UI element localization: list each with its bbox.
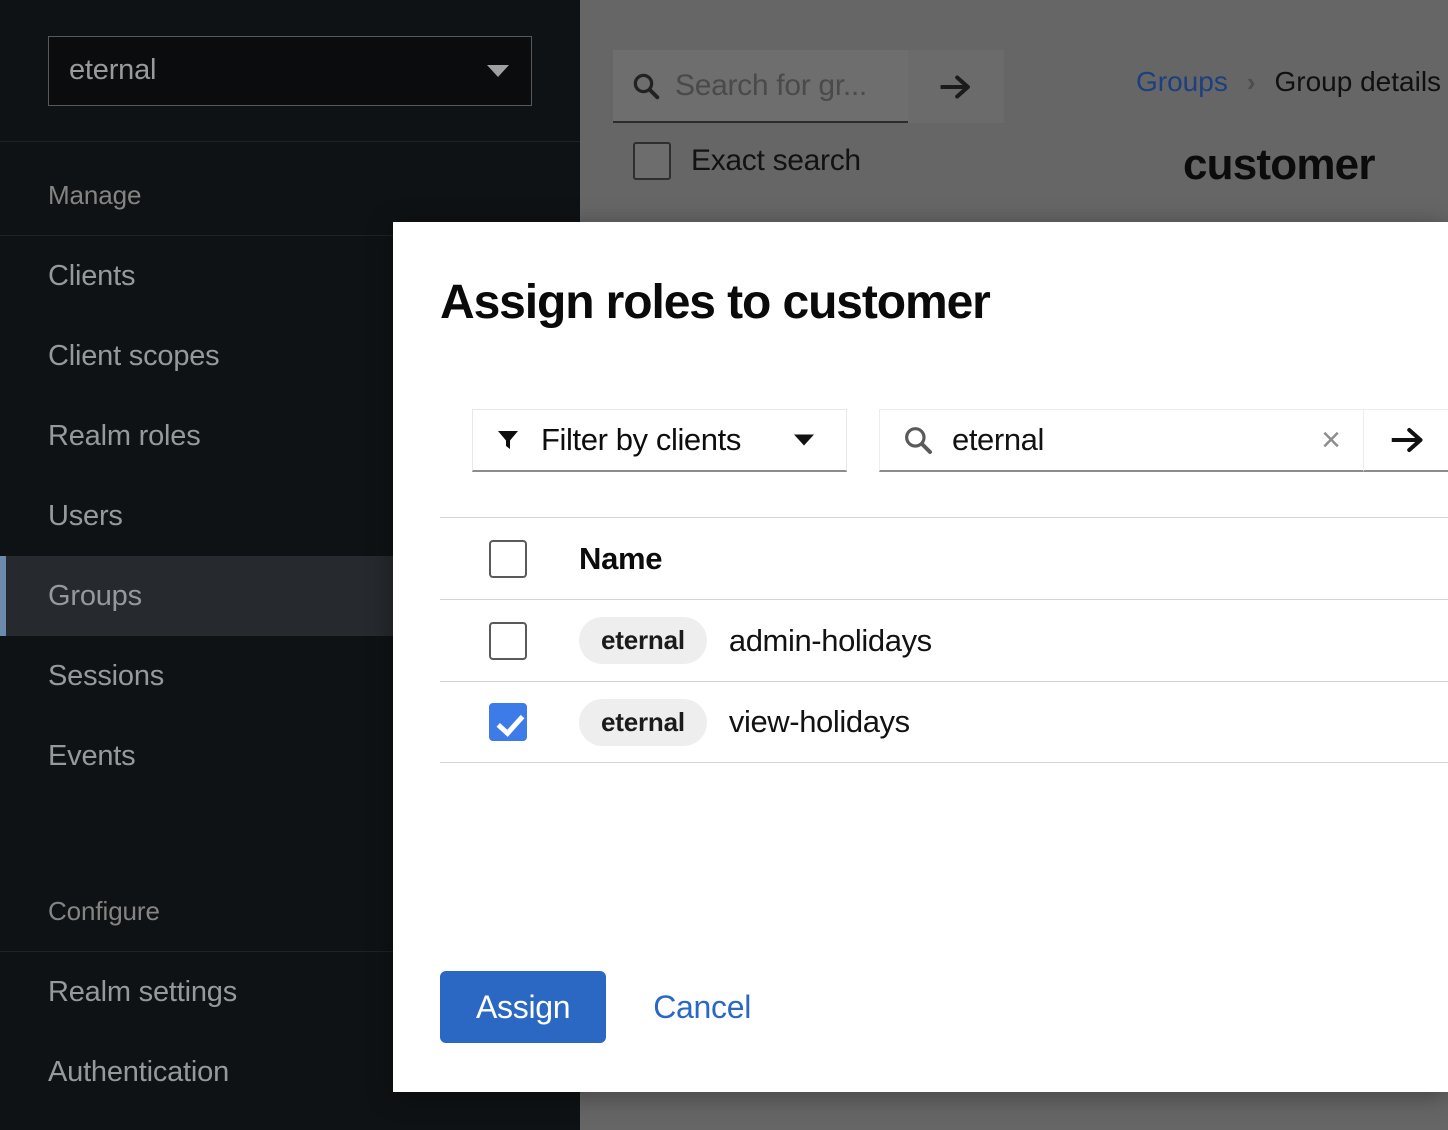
sidebar-item-label: Events <box>48 740 135 773</box>
realm-selector-value: eternal <box>69 54 156 87</box>
sidebar-item-label: Realm roles <box>48 420 201 453</box>
cancel-button[interactable]: Cancel <box>653 989 751 1026</box>
chevron-down-icon <box>794 435 814 446</box>
sidebar-item-label: Groups <box>48 580 142 613</box>
filter-by-clients-dropdown[interactable]: Filter by clients <box>472 409 847 472</box>
role-name-label: view-holidays <box>729 704 910 740</box>
role-search-group: eternal × <box>879 409 1448 472</box>
role-name-label: admin-holidays <box>729 623 932 659</box>
realm-selector-container: eternal <box>0 0 580 142</box>
sidebar-item-label: Sessions <box>48 660 164 693</box>
realm-selector[interactable]: eternal <box>48 36 532 106</box>
modal-toolbar: Filter by clients eternal × <box>472 409 1448 472</box>
modal-title: Assign roles to customer <box>440 275 990 330</box>
role-search-input[interactable]: eternal × <box>879 409 1364 472</box>
select-all-checkbox[interactable] <box>489 540 527 578</box>
app-root: eternal Manage Clients Client scopes Rea… <box>0 0 1448 1130</box>
chevron-down-icon <box>487 65 509 77</box>
assign-roles-modal: Assign roles to customer Filter by clien… <box>393 222 1448 1092</box>
group-search-input[interactable]: Search for gr... <box>613 50 908 123</box>
sidebar-item-label: Clients <box>48 260 135 293</box>
arrow-right-icon <box>937 72 975 102</box>
sidebar-item-label: Realm settings <box>48 976 237 1009</box>
group-search-row: Search for gr... <box>613 50 1004 123</box>
chevron-right-icon: › <box>1247 67 1256 98</box>
page-title: customer <box>1183 140 1375 190</box>
breadcrumb: Groups › Group details <box>1136 66 1441 98</box>
column-header-name: Name <box>579 541 662 577</box>
filter-dropdown-label: Filter by clients <box>541 422 741 458</box>
exact-search-checkbox[interactable] <box>633 142 671 180</box>
role-search-submit-button[interactable] <box>1364 409 1448 472</box>
row-checkbox[interactable] <box>489 703 527 741</box>
assign-button[interactable]: Assign <box>440 971 606 1043</box>
table-row[interactable]: eternal view-holidays <box>440 681 1448 763</box>
breadcrumb-item-group-details: Group details <box>1275 66 1442 98</box>
sidebar-item-label: Authentication <box>48 1056 229 1089</box>
table-row[interactable]: eternal admin-holidays <box>440 599 1448 681</box>
role-client-badge: eternal <box>579 699 707 746</box>
role-search-value: eternal <box>952 422 1044 458</box>
exact-search-row: Exact search <box>613 142 1004 180</box>
arrow-right-icon <box>1388 425 1428 455</box>
row-checkbox[interactable] <box>489 622 527 660</box>
exact-search-label: Exact search <box>691 144 861 178</box>
search-icon <box>631 71 661 101</box>
close-icon[interactable]: × <box>1321 423 1341 457</box>
table-header-row: Name <box>440 517 1448 599</box>
group-search-submit-button[interactable] <box>908 50 1004 123</box>
sidebar-item-label: Users <box>48 500 123 533</box>
sidebar-item-identity-providers[interactable]: Identity providers <box>0 1112 580 1130</box>
group-search-placeholder: Search for gr... <box>675 69 867 103</box>
role-client-badge: eternal <box>579 617 707 664</box>
roles-table: Name eternal admin-holidays eternal view… <box>440 517 1448 763</box>
search-icon <box>902 424 934 456</box>
breadcrumb-item-groups[interactable]: Groups <box>1136 66 1228 98</box>
sidebar-item-label: Client scopes <box>48 340 220 373</box>
filter-icon <box>495 428 521 452</box>
modal-footer: Assign Cancel <box>440 971 751 1043</box>
group-search-area: Search for gr... Exact search <box>613 50 1004 180</box>
